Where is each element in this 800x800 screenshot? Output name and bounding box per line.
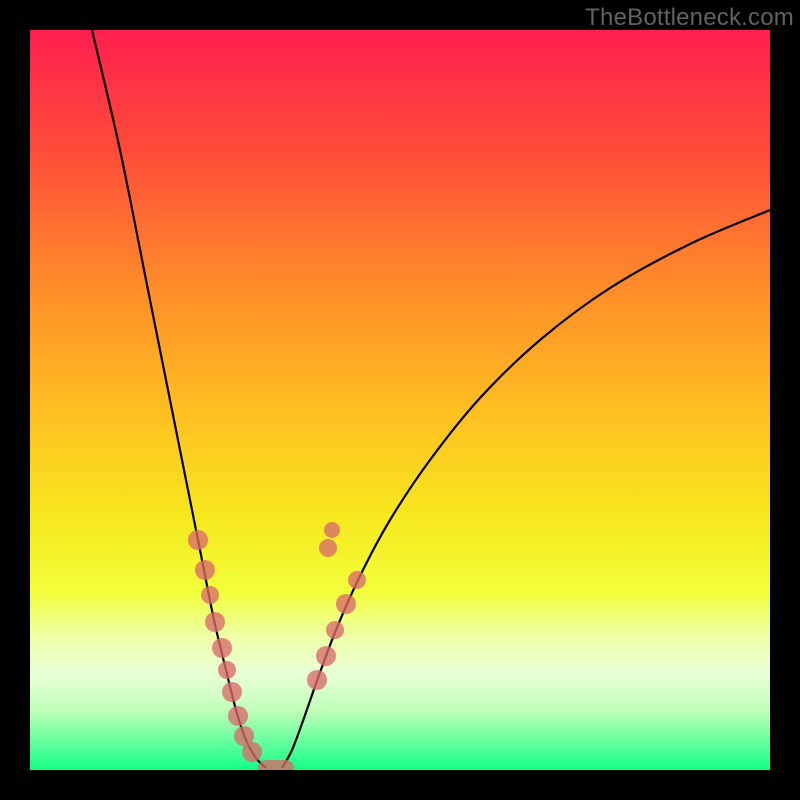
data-marker	[228, 706, 248, 726]
plot-frame	[30, 30, 770, 770]
data-marker	[316, 646, 336, 666]
data-marker	[212, 638, 232, 658]
data-marker	[201, 586, 219, 604]
data-marker	[324, 522, 340, 538]
right-curve	[282, 210, 770, 768]
data-marker	[319, 539, 337, 557]
data-marker	[188, 530, 208, 550]
data-marker	[205, 612, 225, 632]
marker-pill	[258, 760, 294, 770]
data-marker	[326, 621, 344, 639]
data-marker	[336, 594, 356, 614]
data-marker	[242, 742, 262, 762]
watermark-text: TheBottleneck.com	[585, 4, 794, 32]
data-marker	[348, 571, 366, 589]
data-marker	[307, 670, 327, 690]
data-marker	[218, 661, 236, 679]
data-marker	[222, 682, 242, 702]
data-markers	[188, 522, 366, 770]
left-curve	[92, 30, 266, 768]
curves-layer	[30, 30, 770, 770]
data-marker	[195, 560, 215, 580]
